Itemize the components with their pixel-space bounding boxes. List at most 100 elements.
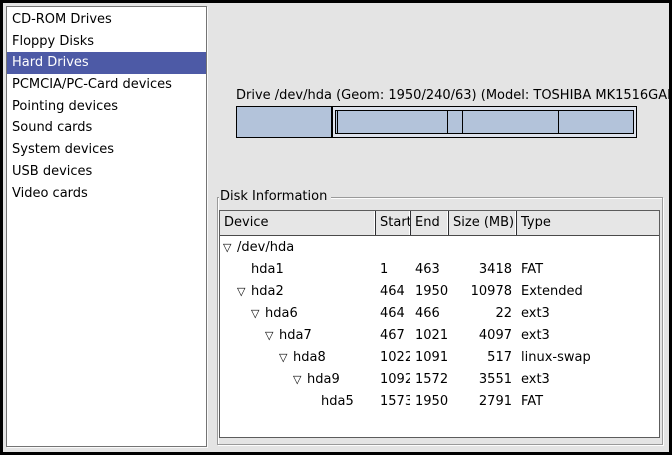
partition-segment-hda8 [447,111,462,133]
type-cell: ext3 [516,325,659,347]
partition-segment-hda7 [337,111,447,133]
device-name: hda7 [279,325,312,347]
disk-table-header: DeviceStartEndSize (MB)Type [220,211,659,236]
sidebar-item-system-devices[interactable]: System devices [7,139,206,161]
disk-information-frame: Disk Information DeviceStartEndSize (MB)… [217,197,663,445]
tree-indent [223,292,237,293]
start-cell: 464 [375,281,410,303]
type-cell: FAT [516,259,659,281]
type-cell: Extended [516,281,659,303]
type-cell: FAT [516,391,659,413]
device-cell: ▽ hda2 [220,281,375,303]
end-cell: 1021 [410,325,448,347]
sidebar-item-label: CD-ROM Drives [12,12,112,27]
device-cell: hda1 [220,259,375,281]
sidebar-item-sound-cards[interactable]: Sound cards [7,117,206,139]
size-cell: 4097 [448,325,516,347]
size-cell: 3418 [448,259,516,281]
sidebar-item-label: Sound cards [12,120,92,135]
sidebar-item-label: PCMCIA/PC-Card devices [12,77,172,92]
column-header-type[interactable]: Type [516,211,659,235]
device-name: hda5 [321,391,354,413]
hardware-browser-window: CD-ROM Drives Floppy Disks Hard Drives P… [0,0,672,455]
tree-indent [223,270,237,271]
table-row-hda9[interactable]: ▽ hda9 1092 1572 3551 ext3 [220,369,659,391]
sidebar-item-label: Video cards [12,186,88,201]
start-cell: 1092 [375,369,410,391]
device-cell: ▽ hda6 [220,303,375,325]
disk-information-label: Disk Information [219,188,331,205]
partition-segment-hda9 [462,111,558,133]
column-header-device[interactable]: Device [220,211,375,235]
expander-triangle-icon[interactable]: ▽ [237,281,251,303]
device-cell: ▽ hda9 [220,369,375,391]
table-row-hda2[interactable]: ▽ hda2 464 1950 10978 Extended [220,281,659,303]
sidebar-item-usb-devices[interactable]: USB devices [7,161,206,183]
table-row-hda5[interactable]: hda5 1573 1950 2791 FAT [220,391,659,413]
end-cell [410,237,448,259]
end-cell: 1950 [410,281,448,303]
expander-triangle-icon[interactable]: ▽ [279,347,293,369]
device-cell: ▽ hda7 [220,325,375,347]
table-row-hda6[interactable]: ▽ hda6 464 466 22 ext3 [220,303,659,325]
type-cell: ext3 [516,369,659,391]
tree-indent [223,402,307,403]
tree-indent [223,380,293,381]
column-header-end[interactable]: End [410,211,448,235]
partition-segment-hda1 [236,106,332,138]
sidebar-item-label: Hard Drives [12,55,89,70]
start-cell: 1 [375,259,410,281]
drive-title: Drive /dev/hda (Geom: 1950/240/63) (Mode… [236,88,646,103]
device-name: hda1 [251,259,284,281]
table-row-hda7[interactable]: ▽ hda7 467 1021 4097 ext3 [220,325,659,347]
tree-indent [223,314,251,315]
expander-triangle-icon[interactable]: ▽ [223,237,237,259]
device-category-list: CD-ROM Drives Floppy Disks Hard Drives P… [6,6,207,447]
partition-bar [236,106,637,138]
device-name: hda6 [265,303,298,325]
sidebar-item-label: Floppy Disks [12,34,94,49]
start-cell: 1573 [375,391,410,413]
device-name: hda8 [293,347,326,369]
end-cell: 1091 [410,347,448,369]
size-cell: 22 [448,303,516,325]
sidebar-item-pcmcia-pc-card-devices[interactable]: PCMCIA/PC-Card devices [7,74,206,96]
tree-indent [223,358,279,359]
table-row-dev-hda[interactable]: ▽ /dev/hda [220,237,659,259]
sidebar-item-label: USB devices [12,164,92,179]
partition-segment-hda5 [558,111,633,133]
sidebar-item-cd-rom-drives[interactable]: CD-ROM Drives [7,9,206,31]
tree-indent [223,336,265,337]
start-cell: 467 [375,325,410,347]
size-cell [448,237,516,259]
device-name: hda2 [251,281,284,303]
type-cell: ext3 [516,303,659,325]
sidebar-item-video-cards[interactable]: Video cards [7,183,206,205]
device-name: hda9 [307,369,340,391]
disk-table: DeviceStartEndSize (MB)Type ▽ /dev/hda h… [219,210,660,438]
size-cell: 3551 [448,369,516,391]
expander-triangle-icon[interactable]: ▽ [251,303,265,325]
table-row-hda8[interactable]: ▽ hda8 1022 1091 517 linux-swap [220,347,659,369]
expander-triangle-icon[interactable]: ▽ [293,369,307,391]
sidebar-item-floppy-disks[interactable]: Floppy Disks [7,31,206,53]
type-cell: linux-swap [516,347,659,369]
end-cell: 466 [410,303,448,325]
size-cell: 10978 [448,281,516,303]
device-cell: ▽ hda8 [220,347,375,369]
column-header-size-mb[interactable]: Size (MB) [448,211,516,235]
column-header-start[interactable]: Start [375,211,410,235]
table-row-hda1[interactable]: hda1 1 463 3418 FAT [220,259,659,281]
disk-table-body: ▽ /dev/hda hda1 1 463 3418 FAT ▽ hda2 46… [220,236,659,413]
end-cell: 1950 [410,391,448,413]
sidebar-item-hard-drives[interactable]: Hard Drives [7,52,206,74]
size-cell: 2791 [448,391,516,413]
sidebar-item-label: Pointing devices [12,99,118,114]
expander-triangle-icon[interactable]: ▽ [265,325,279,347]
device-cell: hda5 [220,391,375,413]
logical-partition-container [335,110,634,134]
partition-segment-hda2 [332,106,637,138]
sidebar-item-pointing-devices[interactable]: Pointing devices [7,96,206,118]
start-cell [375,237,410,259]
end-cell: 463 [410,259,448,281]
